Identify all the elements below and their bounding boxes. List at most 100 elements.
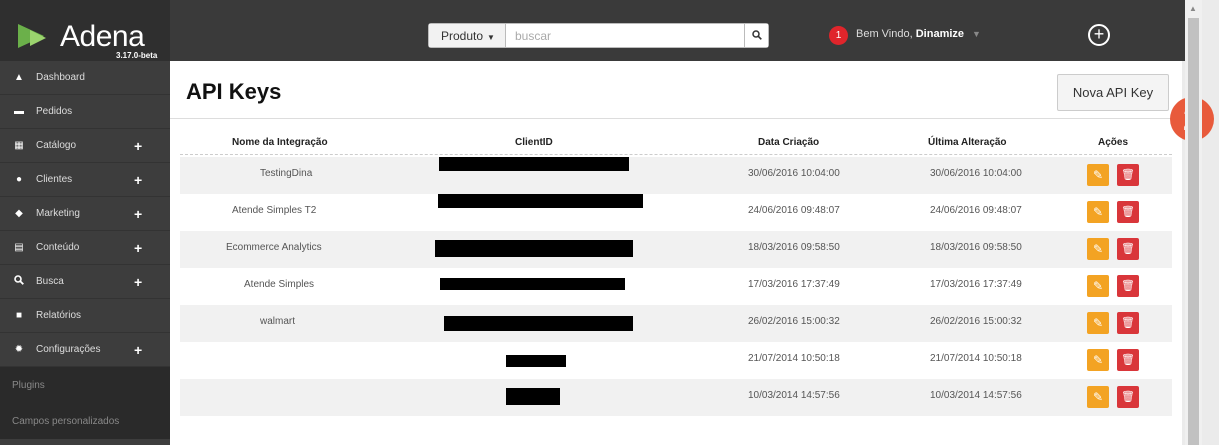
sidebar-item-label: Relatórios: [36, 310, 82, 321]
search-scope-label: Produto: [441, 29, 484, 43]
delete-button[interactable]: 🗑: [1117, 349, 1139, 371]
scroll-thumb[interactable]: [1188, 18, 1199, 445]
expand-plus-icon[interactable]: +: [134, 274, 142, 290]
scroll-up-arrow-icon[interactable]: ▲: [1189, 4, 1197, 13]
delete-button[interactable]: 🗑: [1117, 312, 1139, 334]
expand-plus-icon[interactable]: +: [134, 138, 142, 154]
sidebar-item-label: Busca: [36, 276, 64, 287]
main-panel: API Keys Nova API Key Nome da Integração…: [170, 61, 1182, 445]
updated-date: 26/02/2016 15:00:32: [930, 316, 1022, 327]
column-header-updated: Última Alteração: [928, 137, 1007, 148]
user-menu[interactable]: Bem Vindo, Dinamize ▼: [856, 28, 981, 40]
sidebar-subitem-plugins[interactable]: Plugins: [0, 367, 170, 403]
edit-button[interactable]: ✎: [1087, 349, 1109, 371]
top-bar: Adena 3.17.0-beta Produto▼ 1 Bem Vindo, …: [0, 0, 1185, 61]
edit-button[interactable]: ✎: [1087, 386, 1109, 408]
sidebar-item-clientes[interactable]: ● Clientes +: [0, 163, 170, 197]
column-header-clientid: ClientID: [515, 137, 553, 148]
redacted-clientid: [506, 388, 560, 405]
sidebar-item-label: Clientes: [36, 174, 73, 185]
sidebar-item-dashboard[interactable]: ▲ Dashboard: [0, 61, 170, 95]
updated-date: 24/06/2016 09:48:07: [930, 205, 1022, 216]
chevron-down-icon: ▼: [972, 29, 981, 39]
sidebar-item-label: Marketing: [36, 208, 80, 219]
sidebar-subitem-campos-personalizados[interactable]: Campos personalizados: [0, 403, 170, 439]
table-row: TestingDina 30/06/2016 10:04:00 30/06/20…: [180, 157, 1172, 194]
created-date: 24/06/2016 09:48:07: [748, 205, 840, 216]
edit-button[interactable]: ✎: [1087, 164, 1109, 186]
pencil-icon: ✎: [1092, 242, 1104, 256]
sidebar-item-label: Configurações: [36, 344, 101, 355]
sidebar-item-catalogo[interactable]: ▦ Catálogo +: [0, 129, 170, 163]
delete-button[interactable]: 🗑: [1117, 201, 1139, 223]
expand-plus-icon[interactable]: +: [134, 342, 142, 358]
new-api-key-button[interactable]: Nova API Key: [1057, 74, 1169, 111]
column-header-actions: Ações: [1098, 137, 1129, 148]
sidebar-item-label: Conteúdo: [36, 242, 80, 253]
integration-name: Atende Simples: [244, 279, 315, 290]
delete-button[interactable]: 🗑: [1117, 238, 1139, 260]
pencil-icon: ✎: [1092, 168, 1104, 182]
updated-date: 17/03/2016 17:37:49: [930, 279, 1022, 290]
delete-button[interactable]: 🗑: [1117, 275, 1139, 297]
sidebar-item-pedidos[interactable]: ▬ Pedidos: [0, 95, 170, 129]
redacted-clientid: [440, 278, 625, 290]
vertical-scrollbar[interactable]: ▲: [1185, 0, 1202, 445]
sidebar-item-label: Catálogo: [36, 140, 77, 151]
delete-button[interactable]: 🗑: [1117, 164, 1139, 186]
caret-down-icon: ▼: [487, 33, 495, 42]
created-date: 18/03/2016 09:58:50: [748, 242, 840, 253]
book-icon: ■: [15, 310, 23, 321]
edit-button[interactable]: ✎: [1087, 275, 1109, 297]
sidebar-item-label: Pedidos: [36, 106, 73, 117]
grid-icon: ▦: [14, 140, 24, 151]
cart-icon: ▬: [14, 106, 24, 117]
trash-icon: 🗑: [1121, 391, 1135, 403]
search-scope-dropdown[interactable]: Produto ▼: [429, 24, 506, 47]
add-circle-icon[interactable]: +: [1088, 24, 1110, 46]
sidebar-item-marketing[interactable]: ◆ Marketing +: [0, 197, 170, 231]
notification-badge[interactable]: 1: [829, 26, 848, 45]
sidebar-item-relatorios[interactable]: ■ Relatórios: [0, 299, 170, 333]
pencil-icon: ✎: [1092, 205, 1104, 219]
integration-name: Atende Simples T2: [232, 205, 317, 216]
search-button[interactable]: [744, 24, 768, 47]
updated-date: 10/03/2014 14:57:56: [930, 390, 1022, 401]
header-divider: [180, 154, 1172, 155]
divider: [170, 118, 1182, 119]
integration-name: walmart: [260, 316, 296, 327]
trash-icon: 🗑: [1121, 169, 1135, 181]
sidebar-item-conteudo[interactable]: ▤ Conteúdo +: [0, 231, 170, 265]
updated-date: 18/03/2016 09:58:50: [930, 242, 1022, 253]
search-icon: [751, 30, 762, 40]
search-input[interactable]: [507, 24, 745, 47]
expand-plus-icon[interactable]: +: [134, 240, 142, 256]
table-row: walmart 26/02/2016 15:00:32 26/02/2016 1…: [180, 305, 1172, 342]
redacted-clientid: [444, 316, 633, 331]
brand-name: Adena: [60, 20, 145, 53]
sidebar-item-configuracoes[interactable]: ✹ Configurações +: [0, 333, 170, 367]
pencil-icon: ✎: [1092, 353, 1104, 367]
integration-name: TestingDina: [260, 168, 313, 179]
table-row: Ecommerce Analytics 18/03/2016 09:58:50 …: [180, 231, 1172, 268]
list-icon: ▤: [14, 242, 24, 253]
brand-logo[interactable]: Adena 3.17.0-beta: [0, 0, 170, 61]
edit-button[interactable]: ✎: [1087, 238, 1109, 260]
sidebar-item-busca[interactable]: Busca +: [0, 265, 170, 299]
user-icon: ●: [15, 174, 23, 185]
logo-mark-accent: [30, 30, 46, 46]
tag-icon: ◆: [15, 208, 23, 219]
pencil-icon: ✎: [1092, 279, 1104, 293]
trash-icon: 🗑: [1121, 243, 1135, 255]
table-row: Atende Simples T2 24/06/2016 09:48:07 24…: [180, 194, 1172, 231]
created-date: 26/02/2016 15:00:32: [748, 316, 840, 327]
edit-button[interactable]: ✎: [1087, 201, 1109, 223]
redacted-clientid: [439, 157, 629, 171]
sidebar: ▲ Dashboard ▬ Pedidos ▦ Catálogo + ● Cli…: [0, 61, 170, 445]
expand-plus-icon[interactable]: +: [134, 206, 142, 222]
edit-button[interactable]: ✎: [1087, 312, 1109, 334]
delete-button[interactable]: 🗑: [1117, 386, 1139, 408]
expand-plus-icon[interactable]: +: [134, 172, 142, 188]
redacted-clientid: [438, 194, 643, 208]
updated-date: 21/07/2014 10:50:18: [930, 353, 1022, 364]
